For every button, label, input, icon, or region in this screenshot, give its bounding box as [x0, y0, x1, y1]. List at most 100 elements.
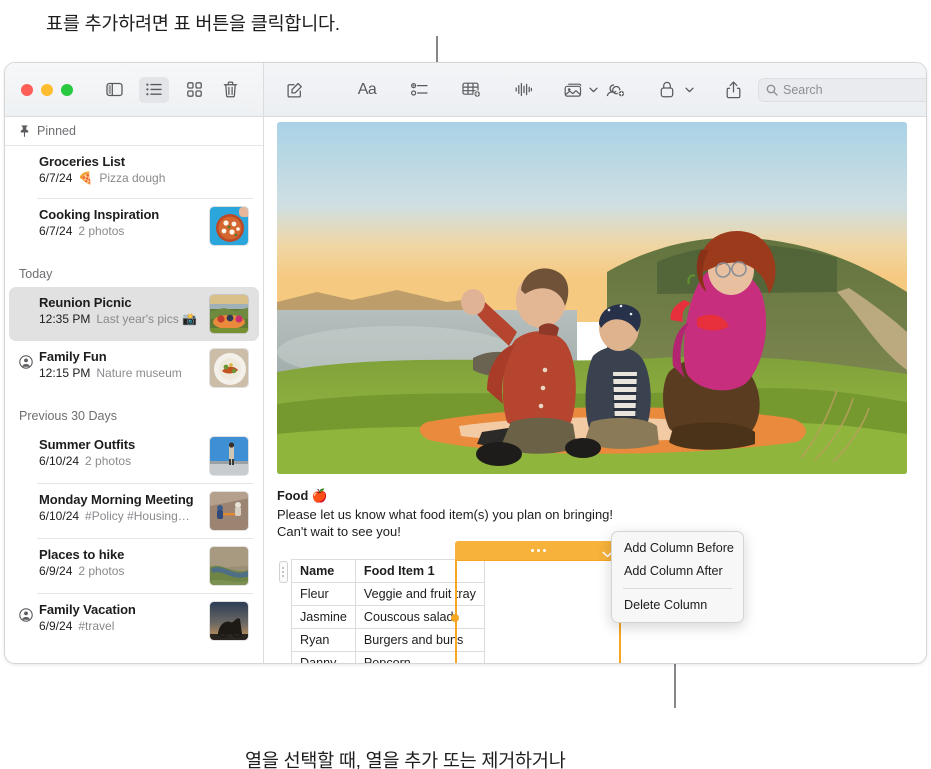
sidebar-section-label: Pinned — [37, 124, 76, 138]
callout-bottom-text: 열을 선택할 때, 열을 추가 또는 제거하거나 새로운 위치로 드래그할 수 … — [245, 700, 566, 769]
share-icon[interactable] — [718, 77, 748, 103]
lock-icon[interactable] — [652, 77, 682, 103]
sidebar-note-reunion-picnic[interactable]: Reunion Picnic 12:35 PM Last year's pics … — [9, 287, 259, 341]
zoom-window-button[interactable] — [61, 83, 73, 96]
note-date: 6/7/24 — [39, 224, 73, 238]
note-thumbnail — [209, 491, 249, 531]
trash-icon[interactable] — [215, 77, 245, 103]
close-window-button[interactable] — [21, 83, 33, 96]
note-meta: 6/7/24 2 photos — [39, 224, 201, 238]
column-drag-dot[interactable] — [451, 614, 459, 622]
sidebar-section-label: Today — [19, 267, 53, 281]
note-date: 12:15 PM — [39, 366, 91, 380]
table-header-row: Name Food Item 1 — [291, 559, 485, 583]
table-icon[interactable] — [456, 77, 486, 103]
note-snippet: Nature museum — [96, 366, 182, 380]
audio-waveform-icon[interactable] — [508, 77, 538, 103]
note-heading: Food 🍎 — [277, 488, 328, 503]
note-text-block[interactable]: Food 🍎 Please let us know what food item… — [277, 488, 897, 540]
search-input[interactable]: Search — [758, 77, 926, 102]
note-date: 6/10/24 — [39, 509, 80, 523]
note-date: 6/9/24 — [39, 564, 73, 578]
note-meta: 6/9/24 2 photos — [39, 564, 201, 578]
note-title: Family Fun — [39, 349, 107, 364]
table-cell[interactable]: Ryan — [291, 628, 356, 652]
table-cell[interactable]: Danny — [291, 651, 356, 663]
callout-bottom-line1: 열을 선택할 때, 열을 추가 또는 제거하거나 — [245, 749, 566, 769]
food-table[interactable]: Name Food Item 1 Fleur Veggie and fruit … — [291, 559, 485, 663]
note-thumbnail — [209, 601, 249, 641]
note-snippet: 2 photos — [78, 564, 125, 578]
window-traffic-lights — [21, 83, 73, 96]
sidebar-note-cooking-inspiration[interactable]: Cooking Inspiration 6/7/24 2 photos — [9, 199, 259, 253]
search-icon — [766, 84, 778, 96]
menu-item-delete-column[interactable]: Delete Column — [612, 594, 743, 617]
gallery-view-icon[interactable] — [179, 77, 209, 103]
menu-item-add-column-before[interactable]: Add Column Before — [612, 537, 743, 560]
note-title: Monday Morning Meeting — [39, 492, 194, 507]
lock-chevron-down-icon[interactable] — [682, 77, 696, 103]
column-selection-handle[interactable] — [455, 541, 621, 560]
shared-account-icon — [19, 355, 33, 369]
sidebar-toggle-icon[interactable] — [99, 77, 129, 103]
sidebar-note-places-to-hike[interactable]: Places to hike 6/9/24 2 photos — [9, 539, 259, 593]
note-date: 6/10/24 — [39, 454, 80, 468]
note-emoji: 🍕 — [78, 171, 94, 185]
note-date: 6/9/24 — [39, 619, 73, 633]
window-body: Pinned Groceries List 6/7/24 🍕 Pizza dough… — [5, 117, 926, 663]
media-icon[interactable] — [560, 77, 586, 103]
note-meta: 6/10/24 #Policy #Housing… — [39, 509, 201, 523]
note-meta: 6/9/24 #travel — [39, 619, 201, 633]
note-editor[interactable]: Food 🍎 Please let us know what food item… — [264, 117, 926, 663]
column-context-menu[interactable]: Add Column Before Add Column After Delet… — [611, 531, 744, 623]
list-view-icon[interactable] — [139, 76, 169, 103]
note-title: Places to hike — [39, 547, 125, 562]
note-thumbnail — [209, 348, 249, 388]
screenshot-root: 표를 추가하려면 표 버튼을 클릭합니다. 열을 선택할 때, 열을 추가 또는… — [0, 0, 931, 769]
note-date: 6/7/24 — [39, 171, 73, 185]
note-title: Family Vacation — [39, 602, 136, 617]
callout-top-text: 표를 추가하려면 표 버튼을 클릭합니다. — [46, 13, 340, 34]
sidebar-note-family-fun[interactable]: Family Fun 12:15 PM Nature museum — [9, 341, 259, 395]
column-handle-dots-icon — [530, 549, 546, 552]
sidebar-note-summer-outfits[interactable]: Summer Outfits 6/10/24 2 photos — [9, 429, 259, 483]
notes-sidebar[interactable]: Pinned Groceries List 6/7/24 🍕 Pizza dough… — [5, 117, 264, 663]
note-title: Summer Outfits — [39, 437, 136, 452]
notes-app-window: Aa Search Pinned Groceries List 6/7/24 🍕… — [4, 62, 927, 664]
sidebar-section-header-today: Today — [5, 253, 263, 287]
collaborate-icon[interactable] — [600, 77, 630, 103]
note-paragraph-line2: Can't wait to see you! — [277, 524, 401, 540]
note-snippet: Pizza dough — [99, 171, 166, 185]
table-cell[interactable]: Burgers and buns — [354, 628, 485, 652]
note-title: Cooking Inspiration — [39, 207, 160, 222]
sidebar-section-header-previous-30-days: Previous 30 Days — [5, 395, 263, 429]
note-title: Groceries List — [39, 154, 126, 169]
sidebar-section-header-pinned: Pinned — [5, 117, 263, 146]
table-cell[interactable]: Fleur — [291, 582, 356, 606]
table-header-cell[interactable]: Name — [291, 559, 356, 583]
menu-item-add-column-after[interactable]: Add Column After — [612, 560, 743, 583]
note-meta: 6/7/24 🍕 Pizza dough — [39, 171, 249, 185]
note-snippet: 2 photos — [78, 224, 125, 238]
note-photo[interactable] — [277, 122, 907, 474]
table-header-cell[interactable]: Food Item 1 — [354, 559, 485, 583]
format-text-icon[interactable]: Aa — [352, 77, 382, 103]
note-snippet: #Policy #Housing… — [85, 509, 190, 523]
note-thumbnail — [209, 206, 249, 246]
toolbar-right-group: Aa Search — [264, 63, 926, 116]
checklist-icon[interactable] — [404, 77, 434, 103]
table-cell[interactable]: Popcorn — [354, 651, 485, 663]
note-thumbnail — [209, 294, 249, 334]
sidebar-note-family-vacation[interactable]: Family Vacation 6/9/24 #travel — [9, 594, 259, 648]
compose-icon[interactable] — [280, 77, 310, 103]
minimize-window-button[interactable] — [41, 83, 53, 96]
table-cell[interactable]: Jasmine — [291, 605, 356, 629]
table-cell[interactable]: Veggie and fruit tray — [354, 582, 485, 606]
row-drag-handle[interactable] — [277, 559, 289, 585]
media-chevron-down-icon[interactable] — [586, 77, 600, 103]
table-row: Danny Popcorn — [291, 651, 485, 663]
sidebar-note-groceries-list[interactable]: Groceries List 6/7/24 🍕 Pizza dough — [9, 146, 259, 198]
table-cell[interactable]: Couscous salad — [354, 605, 485, 629]
note-meta: 12:15 PM Nature museum — [39, 366, 201, 380]
sidebar-note-monday-morning-meeting[interactable]: Monday Morning Meeting 6/10/24 #Policy #H… — [9, 484, 259, 538]
